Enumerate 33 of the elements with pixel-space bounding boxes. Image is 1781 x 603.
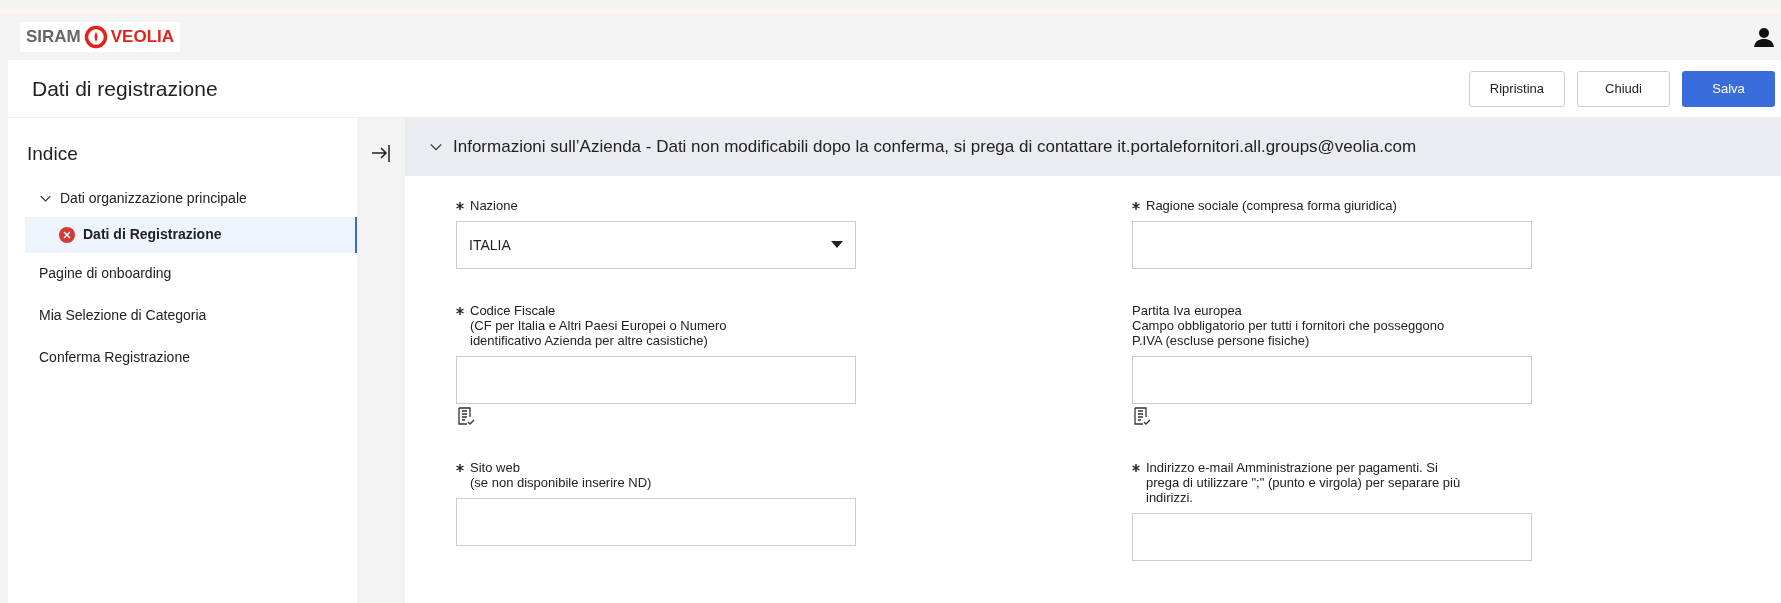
caret-icon [831,241,843,249]
field-hint: (CF per Italia e Altri Paesi Europei o Numero identificativo Azienda per altre casistiche) [470,318,727,348]
action-button[interactable]: Chiudi [1577,70,1670,107]
input-field[interactable] [1132,221,1532,269]
page-title: Dati di registrazione [32,75,218,102]
section-header[interactable]: Informazioni sull’Azienda - Dati non modificabili dopo la conferma, si prega di contattare it.portalefornitori.all.groups@veolia.com [405,118,1781,176]
field-label: Sito web [470,460,521,475]
input-field[interactable] [1132,513,1532,561]
field-label: Partita Iva europea [1132,303,1243,318]
field-label: Ragione sociale (compresa forma giuridica) [1146,198,1397,213]
field-label: Codice Fiscale [470,303,557,318]
logo-icon [83,25,108,49]
input-field[interactable] [1132,356,1532,404]
field-label: Indirizzo e-mail Amministrazione per pagamenti. Si prega di utilizzare ";" (punto e virgola) per separare più indirizzi. [1146,460,1461,505]
input-field[interactable] [456,356,856,404]
field-label: Nazione [470,198,518,213]
action-button[interactable]: Salva [1682,70,1775,107]
sidebar-item[interactable]: Pagine di onboarding [25,252,357,295]
input-field[interactable] [456,498,856,546]
sidebar-item[interactable]: Dati di Registrazione [25,216,357,253]
sidebar-item[interactable]: Dati organizzazione principale [25,180,357,217]
sidebar-item[interactable]: Mia Selezione di Categoria [25,294,357,337]
checklist-icon[interactable] [456,406,476,426]
checklist-icon[interactable] [1132,406,1152,426]
collapse-panel-icon[interactable] [370,142,392,164]
logo[interactable]: SIRAM VEOLIA [20,22,181,52]
country-select[interactable]: ITALIA [456,221,856,269]
field-hint: (se non disponibile inserire ND) [470,475,652,490]
user-icon[interactable] [1753,26,1775,48]
sidebar-title: Indice [26,142,79,166]
action-button[interactable]: Ripristina [1468,70,1565,107]
field-hint: Campo obbligatorio per tutti i fornitori che posseggono P.IVA (escluse persone fisiche) [1132,318,1445,348]
sidebar-item[interactable]: Conferma Registrazione [25,336,357,379]
